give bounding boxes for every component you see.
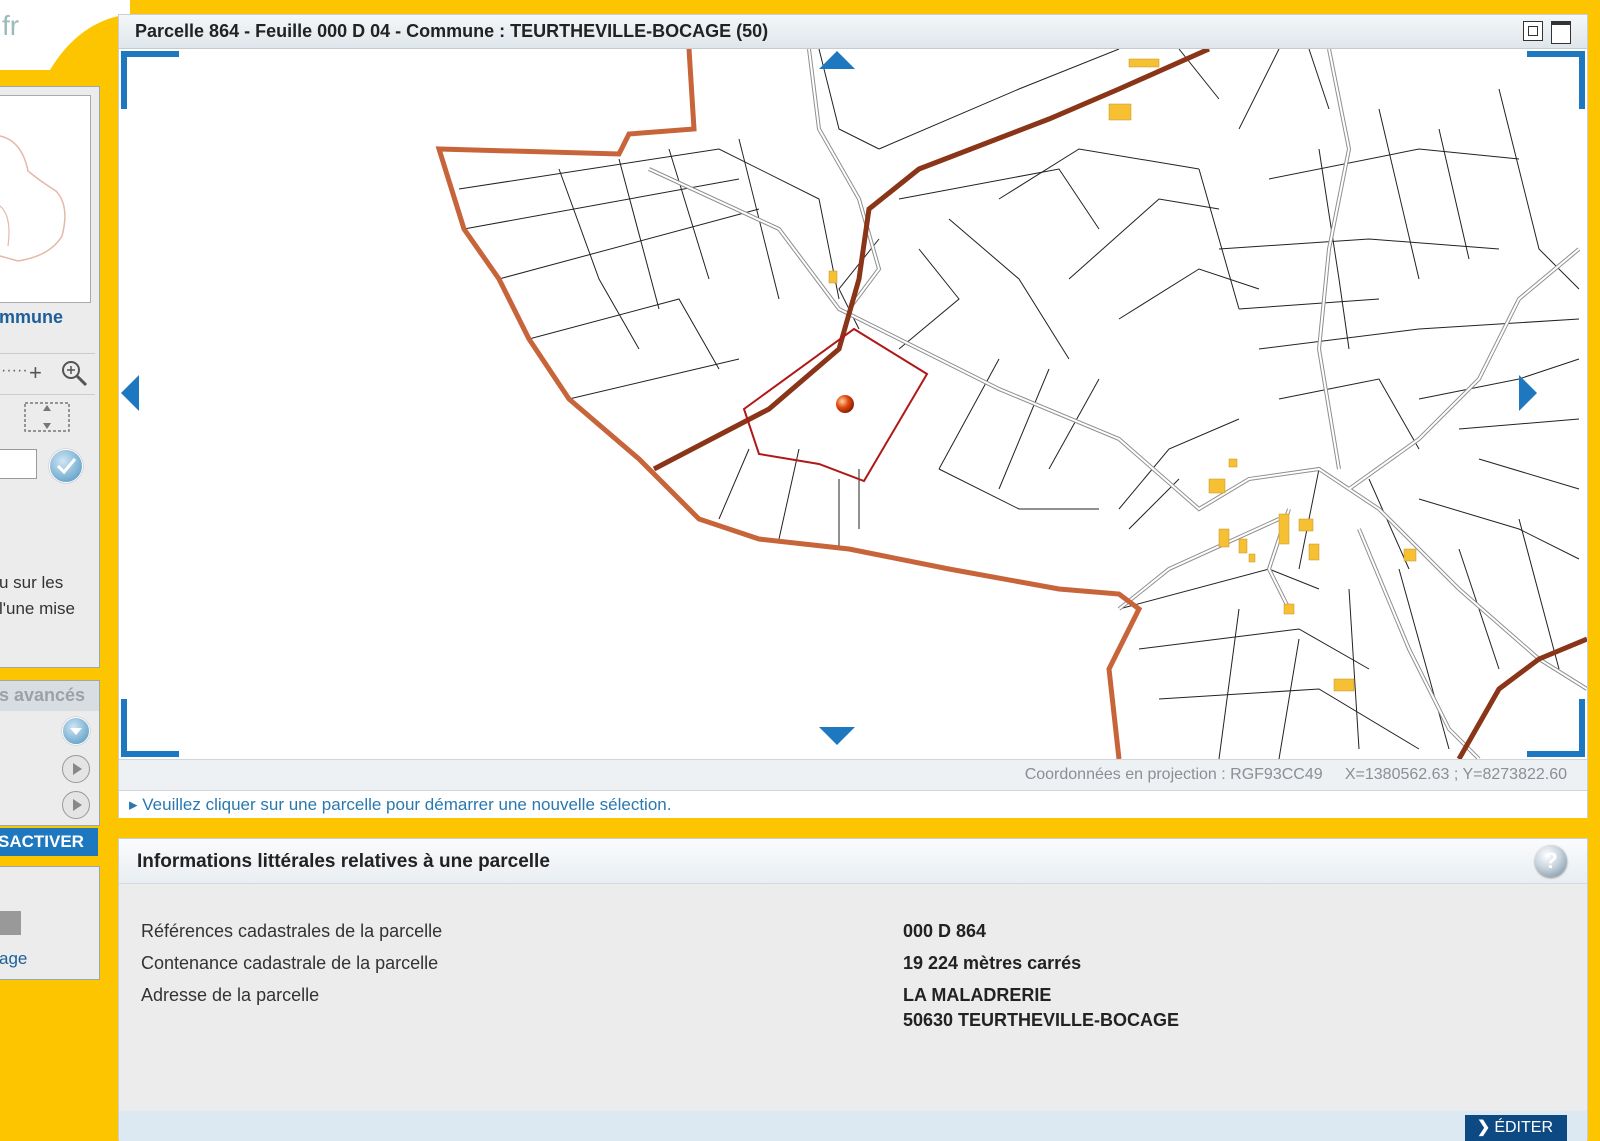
pan-down-arrow-icon[interactable] — [819, 727, 855, 745]
info-header: Informations littérales relatives à une … — [119, 839, 1587, 884]
page-link[interactable]: age — [0, 949, 27, 969]
validate-check-icon[interactable] — [49, 449, 83, 483]
info-row-label: Contenance cadastrale de la parcelle — [141, 953, 439, 973]
deactivate-button[interactable]: SACTIVER — [0, 828, 98, 856]
info-row-label: Références cadastrales de la parcelle — [141, 921, 443, 941]
info-row-value: 19 224 mètres carrés — [903, 953, 1082, 973]
main-road-east — [1456, 636, 1587, 759]
sidebar-tools-panel: mmune ····· + u sur les l'une mise — [0, 86, 100, 668]
sidebar-advanced-panel: s avancés — [0, 680, 100, 826]
map-canvas[interactable] — [119, 49, 1587, 759]
help-text-line2: l'une mise — [0, 599, 76, 618]
expand-down-icon[interactable] — [62, 717, 90, 745]
info-row-value: 000 D 864 — [903, 921, 987, 941]
pan-up-arrow-icon[interactable] — [819, 51, 855, 69]
maximize-window-button[interactable] — [1551, 21, 1571, 44]
coordinates-readout: Coordonnées en projection : RGF93CC49 X=… — [1024, 766, 1567, 783]
play-circle-icon[interactable] — [62, 791, 90, 819]
parcel-info-panel: Informations littérales relatives à une … — [118, 838, 1588, 1141]
full-extent-icon[interactable] — [23, 399, 73, 435]
info-row-value-line2: 50630 TEURTHEVILLE-BOCAGE — [903, 1010, 1180, 1030]
logo-area: fr — [0, 0, 130, 70]
zoom-slider[interactable]: ····· — [1, 362, 28, 380]
coordinates-bar: Coordonnées en projection : RGF93CC49 X=… — [119, 759, 1587, 790]
layer-swatch[interactable] — [0, 911, 21, 935]
help-icon[interactable]: ? — [1535, 845, 1567, 877]
logo-text: fr — [2, 10, 20, 41]
info-title: Informations littérales relatives à une … — [137, 851, 550, 872]
help-text-line1: u sur les — [0, 573, 64, 592]
deactivate-label: SACTIVER — [0, 832, 84, 851]
restore-window-button[interactable] — [1523, 21, 1543, 41]
zoom-toolbar: ····· + — [0, 353, 95, 395]
pan-right-arrow-icon[interactable] — [1519, 375, 1537, 411]
map-title: Parcelle 864 - Feuille 000 D 04 - Commun… — [135, 21, 769, 41]
advanced-header[interactable]: s avancés — [0, 681, 99, 711]
zoom-magnifier-icon[interactable] — [59, 358, 89, 388]
parcel-marker-icon — [836, 395, 854, 413]
pan-left-arrow-icon[interactable] — [121, 375, 139, 411]
map-window: Parcelle 864 - Feuille 000 D 04 - Commun… — [118, 14, 1588, 818]
edit-button[interactable]: ❯ ÉDITER — [1464, 1115, 1567, 1141]
hint-bar: ▸ Veuillez cliquer sur une parcelle pour… — [119, 790, 1587, 818]
zoom-in-button[interactable]: + — [29, 360, 42, 386]
map-titlebar: Parcelle 864 - Feuille 000 D 04 - Commun… — [119, 15, 1587, 49]
sidebar-layer-panel: age — [0, 866, 100, 980]
commune-label: mmune — [0, 307, 64, 327]
info-footer: ❯ ÉDITER — [119, 1111, 1587, 1141]
edit-label: ÉDITER — [1494, 1119, 1553, 1136]
hint-message: ▸ Veuillez cliquer sur une parcelle pour… — [129, 795, 672, 814]
search-input[interactable] — [0, 449, 37, 479]
chevron-right-icon: ❯ — [1476, 1119, 1491, 1136]
info-row-label: Adresse de la parcelle — [141, 985, 320, 1005]
info-row-value: LA MALADRERIE — [903, 985, 1052, 1005]
play-circle-icon[interactable] — [62, 755, 90, 783]
advanced-label: s avancés — [0, 685, 86, 705]
overview-minimap[interactable] — [0, 95, 91, 303]
